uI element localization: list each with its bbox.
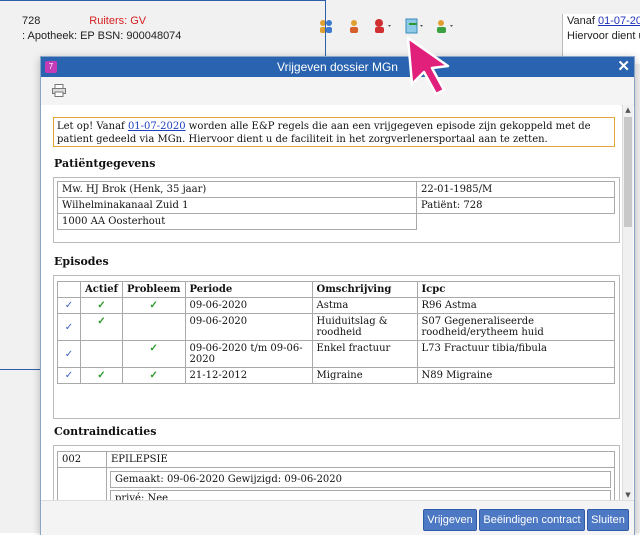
periode-cell: 21-12-2012 <box>184 367 313 384</box>
contra-table: 002 EPILEPSIE Gemaakt: 09-06-2020 Gewijz… <box>57 451 615 500</box>
patient-address: Wilhelminakanaal Zuid 1 <box>57 197 417 214</box>
background-toolbar <box>312 16 512 38</box>
bg-notice-date-link[interactable]: 01-07-20 <box>598 15 640 27</box>
icpc-cell: L73 Fractuur tibia/fibula <box>416 340 615 368</box>
actief-check: ✓ <box>80 297 123 314</box>
col-probleem[interactable]: Probleem <box>121 281 186 298</box>
row-select-checkbox[interactable]: ✓ <box>57 340 81 368</box>
sluiten-button[interactable]: Sluiten <box>587 509 629 531</box>
actief-check: ✓ <box>80 313 123 341</box>
print-icon[interactable] <box>52 84 66 97</box>
periode-cell: 09-06-2020 <box>184 297 313 314</box>
contra-empty-cell <box>57 467 107 500</box>
empty-cell <box>417 214 615 230</box>
table-row[interactable]: ✓ ✓ 09-06-2020 t/m 09-06-2020 Enkel frac… <box>57 340 615 368</box>
actief-check: ✓ <box>80 367 123 384</box>
scroll-thumb[interactable] <box>624 117 632 227</box>
patient-dob-gender: 22-01-1985/M <box>416 181 615 198</box>
cursor-arrow-icon <box>406 36 450 96</box>
omschrijving-cell: Migraine <box>311 367 418 384</box>
actief-check <box>80 340 123 368</box>
row-select-checkbox[interactable]: ✓ <box>57 313 81 341</box>
probleem-check: ✓ <box>121 340 186 368</box>
release-dossier-dialog: 7 Vrijgeven dossier MGn ✕ Let op! Vanaf … <box>40 56 635 535</box>
probleem-check: ✓ <box>121 297 186 314</box>
periode-cell: 09-06-2020 <box>184 313 313 341</box>
patient-city: 1000 AA Oosterhout <box>57 213 417 230</box>
omschrijving-cell: Astma <box>311 297 418 314</box>
col-omschrijving[interactable]: Omschrijving <box>311 281 418 298</box>
close-icon[interactable]: ✕ <box>617 57 630 77</box>
col-icpc[interactable]: Icpc <box>416 281 615 298</box>
episodes-header-row: Actief Probleem Periode Omschrijving Icp… <box>57 281 615 298</box>
dialog-title: Vrijgeven dossier MGn <box>277 60 398 74</box>
row-select-checkbox[interactable]: ✓ <box>57 367 81 384</box>
scroll-down-arrow[interactable]: ▼ <box>624 490 632 500</box>
patient-name: Mw. HJ Brok (Henk, 35 jaar) <box>57 181 417 198</box>
app-icon: 7 <box>45 61 57 73</box>
patient-section-heading: Patiëntgegevens <box>54 157 156 170</box>
dialog-content: Let op! Vanaf 01-07-2020 worden alle E&P… <box>41 105 621 500</box>
contra-prive: privé: Nee <box>110 490 611 500</box>
dialog-toolbar <box>41 77 634 106</box>
scroll-up-arrow[interactable]: ▲ <box>624 105 632 115</box>
icpc-cell: S07 Gegeneraliseerde roodheid/erytheem h… <box>416 313 615 341</box>
omschrijving-cell: Huiduitslag & roodheid <box>311 313 418 341</box>
episodes-section-heading: Episodes <box>54 255 109 268</box>
notice-box: Let op! Vanaf 01-07-2020 worden alle E&P… <box>53 117 615 147</box>
contra-section-heading: Contraindicaties <box>54 425 157 438</box>
probleem-check: ✓ <box>121 367 186 384</box>
notice-date-link[interactable]: 01-07-2020 <box>128 121 186 132</box>
dialog-titlebar[interactable]: 7 Vrijgeven dossier MGn ✕ <box>41 57 634 77</box>
table-row[interactable]: ✓ ✓ ✓ 21-12-2012 Migraine N89 Migraine <box>57 367 615 384</box>
probleem-check <box>121 313 186 341</box>
alert-person-icon[interactable] <box>372 18 394 34</box>
contra-name: EPILEPSIE <box>106 451 615 468</box>
bg-notice-line2: Hiervoor dient u <box>567 30 640 42</box>
omschrijving-cell: Enkel fractuur <box>311 340 418 368</box>
notice-text-1: Let op! Vanaf <box>57 121 128 132</box>
table-row[interactable]: ✓ ✓ 09-06-2020 Huiduitslag & roodheid S0… <box>57 313 615 341</box>
periode-cell: 09-06-2020 t/m 09-06-2020 <box>184 340 313 368</box>
dialog-footer: Vrijgeven Beëindigen contract Sluiten <box>41 500 634 535</box>
patient-table: Mw. HJ Brok (Henk, 35 jaar) 22-01-1985/M… <box>57 181 615 230</box>
col-periode[interactable]: Periode <box>184 281 313 298</box>
beeindigen-contract-button[interactable]: Beëindigen contract <box>479 509 585 531</box>
table-row[interactable]: ✓ ✓ ✓ 09-06-2020 Astma R96 Astma <box>57 297 615 314</box>
bg-notice-prefix: Vanaf <box>567 15 598 27</box>
icpc-cell: R96 Astma <box>416 297 615 314</box>
group-icon[interactable] <box>346 18 362 34</box>
episodes-table: Actief Probleem Periode Omschrijving Icp… <box>57 281 615 384</box>
icpc-cell: N89 Migraine <box>416 367 615 384</box>
col-actief[interactable]: Actief <box>80 281 123 298</box>
row-select-checkbox[interactable]: ✓ <box>57 297 81 314</box>
patient-id: Patiënt: 728 <box>416 197 615 214</box>
contra-meta: Gemaakt: 09-06-2020 Gewijzigd: 09-06-202… <box>110 471 611 488</box>
col-select <box>57 281 81 298</box>
document-share-icon[interactable] <box>404 18 426 34</box>
content-scrollbar[interactable]: ▲ ▼ <box>622 105 633 500</box>
vrijgeven-button[interactable]: Vrijgeven <box>423 509 477 531</box>
user-green-icon[interactable] <box>434 18 456 34</box>
contra-code: 002 <box>57 451 107 468</box>
